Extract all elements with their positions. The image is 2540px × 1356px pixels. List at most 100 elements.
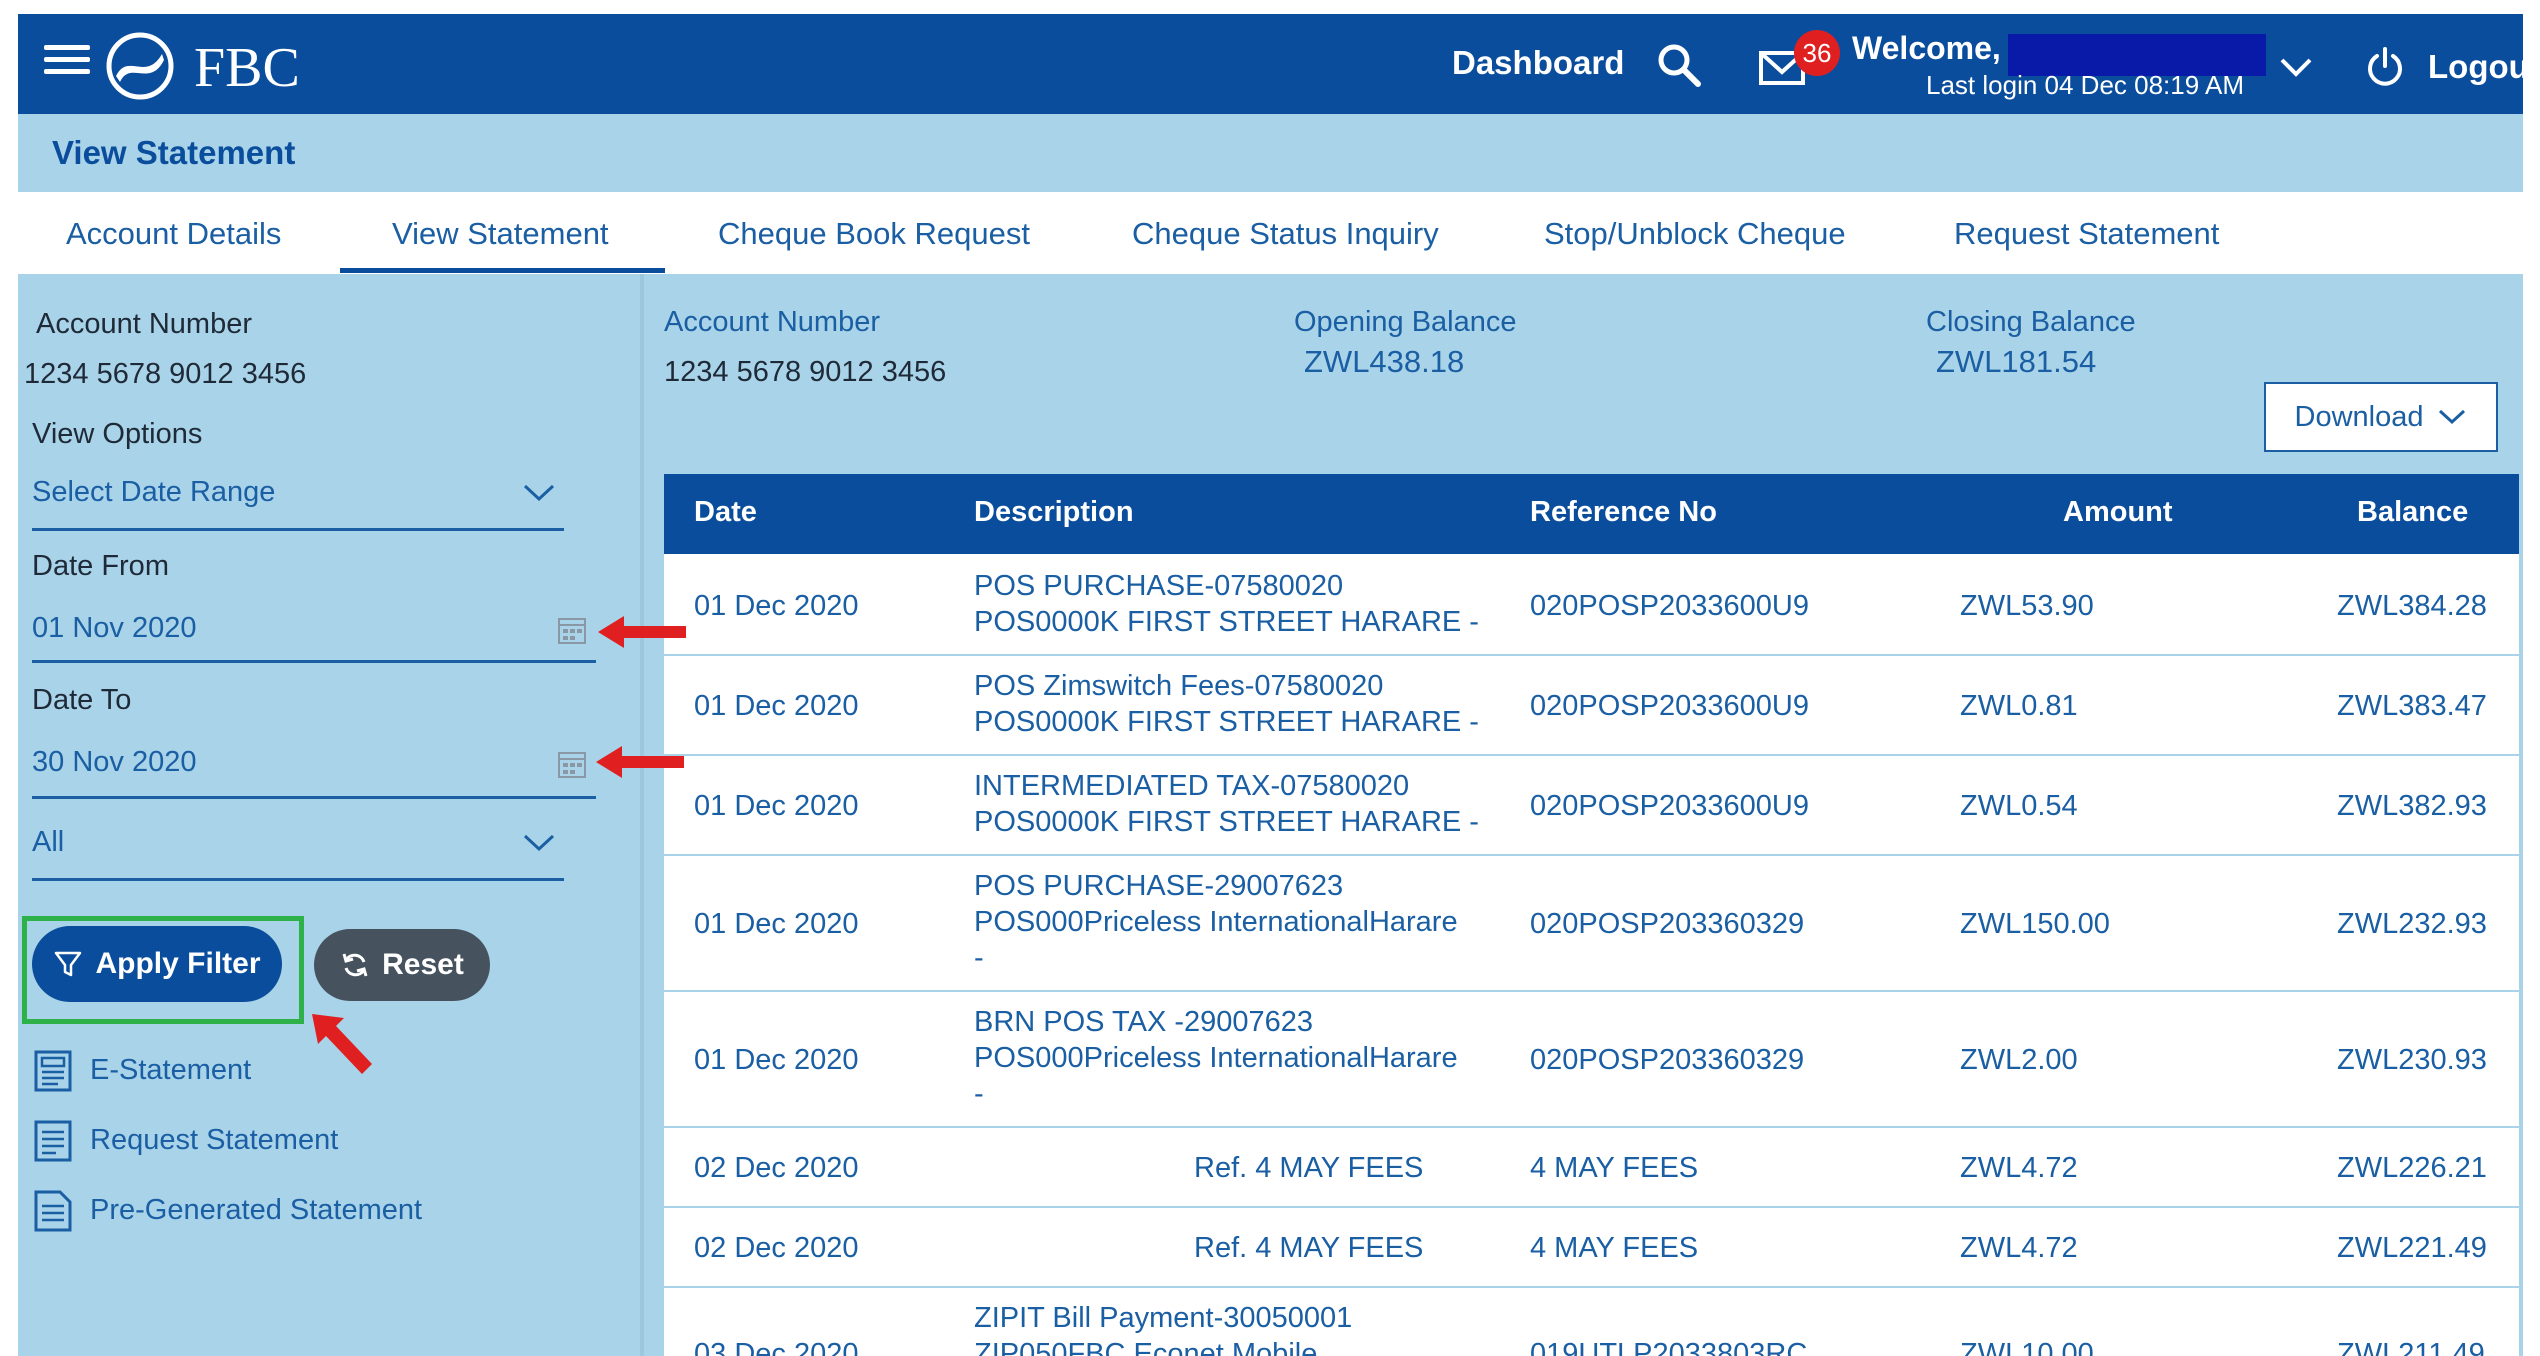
apply-filter-button[interactable]: Apply Filter [32, 926, 282, 1002]
table-row[interactable]: 03 Dec 2020 ZIPIT Bill Payment-30050001 … [664, 1288, 2519, 1356]
fbc-logo-icon[interactable] [104, 30, 176, 102]
row-amount: ZWL53.90 [1960, 590, 2094, 622]
annotation-arrow [596, 746, 684, 778]
date-to-input[interactable]: 30 Nov 2020 [32, 746, 196, 779]
row-reference: 019UTLP2033803RC [1530, 1338, 1808, 1356]
annotation-arrow [598, 616, 686, 648]
row-date: 02 Dec 2020 [694, 1232, 859, 1264]
row-description-line: - [974, 942, 984, 974]
calendar-icon[interactable] [556, 614, 588, 646]
date-to-label: Date To [32, 684, 132, 716]
power-icon [2368, 47, 2402, 86]
apply-filter-label: Apply Filter [95, 947, 261, 980]
opening-balance-value: ZWL438.18 [1304, 344, 1465, 379]
type-select-underline [32, 878, 564, 881]
row-description-line: POS000Priceless InternationalHarare [974, 1042, 1458, 1074]
table-row[interactable]: 01 Dec 2020 INTERMEDIATED TAX-07580020 P… [664, 756, 2519, 856]
view-options-label: View Options [32, 418, 203, 450]
date-from-label: Date From [32, 550, 169, 582]
column-header-reference[interactable]: Reference No [1530, 496, 1717, 529]
document-icon [34, 1190, 72, 1232]
column-header-description[interactable]: Description [974, 496, 1134, 529]
pre-generated-statement-link[interactable]: Pre-Generated Statement [90, 1194, 422, 1227]
row-date: 01 Dec 2020 [694, 590, 859, 622]
table-row[interactable]: 02 Dec 2020 Ref. 4 MAY FEES 4 MAY FEES Z… [664, 1208, 2519, 1288]
chevron-down-icon [2439, 409, 2466, 425]
refresh-icon [342, 953, 368, 977]
column-header-date[interactable]: Date [694, 496, 757, 529]
hamburger-icon[interactable] [44, 38, 90, 90]
date-to-underline [32, 796, 596, 799]
tab-cheque-book-request[interactable]: Cheque Book Request [718, 216, 1030, 252]
screen: { "header": { "brand": "FBC", "nav_dashb… [0, 0, 2540, 1356]
mail-count-badge[interactable]: 36 [1794, 30, 1840, 76]
row-reference: 020POSP203360329 [1530, 1044, 1805, 1076]
tab-request-statement[interactable]: Request Statement [1954, 216, 2219, 252]
row-amount: ZWL0.54 [1960, 790, 2078, 822]
logout-label: Logout [2428, 48, 2540, 85]
document-icon [34, 1120, 72, 1162]
dashboard-link[interactable]: Dashboard [1452, 44, 1624, 82]
table-row[interactable]: 01 Dec 2020 POS PURCHASE-29007623 POS000… [664, 856, 2519, 992]
row-amount: ZWL150.00 [1960, 908, 2110, 940]
sidebar-divider [640, 274, 644, 1356]
transaction-type-select[interactable]: All [32, 826, 64, 859]
reset-label: Reset [382, 948, 464, 981]
column-header-amount[interactable]: Amount [2063, 496, 2173, 529]
chevron-down-icon[interactable] [522, 482, 556, 504]
active-tab-indicator [340, 268, 665, 273]
row-description-line: POS0000K FIRST STREET HARARE - [974, 706, 1479, 738]
row-description: POS PURCHASE-07580020 POS0000K FIRST STR… [974, 568, 1479, 640]
transactions-table: Date Description Reference No Amount Bal… [664, 474, 2519, 1356]
tab-view-statement[interactable]: View Statement [392, 216, 609, 252]
logout-button[interactable]: Logout [2364, 42, 2540, 92]
search-icon[interactable] [1654, 40, 1704, 90]
row-amount: ZWL10.00 [1960, 1338, 2094, 1356]
table-row[interactable]: 01 Dec 2020 BRN POS TAX -29007623 POS000… [664, 992, 2519, 1128]
row-description: INTERMEDIATED TAX-07580020 POS0000K FIRS… [974, 768, 1479, 840]
row-description: POS Zimswitch Fees-07580020 POS0000K FIR… [974, 668, 1479, 740]
date-from-input[interactable]: 01 Nov 2020 [32, 612, 196, 645]
reset-button[interactable]: Reset [314, 929, 490, 1001]
summary-account-number: 1234 5678 9012 3456 [664, 356, 947, 388]
tab-cheque-status-inquiry[interactable]: Cheque Status Inquiry [1132, 216, 1439, 252]
date-from-underline [32, 660, 596, 663]
tab-stop-unblock-cheque[interactable]: Stop/Unblock Cheque [1544, 216, 1846, 252]
row-description-line: - [974, 1078, 984, 1110]
row-balance: ZWL230.93 [2337, 1044, 2487, 1076]
request-statement-link[interactable]: Request Statement [90, 1124, 338, 1157]
table-row[interactable]: 01 Dec 2020 POS PURCHASE-07580020 POS000… [664, 554, 2519, 656]
brand-name: FBC [194, 37, 300, 99]
row-date: 01 Dec 2020 [694, 790, 859, 822]
calendar-icon[interactable] [556, 748, 588, 780]
chevron-down-icon[interactable] [522, 832, 556, 854]
row-description-line: POS PURCHASE-07580020 [974, 570, 1344, 602]
last-login-text: Last login 04 Dec 08:19 AM [1926, 70, 2244, 100]
row-balance: ZWL382.93 [2337, 790, 2487, 822]
sidebar-account-number: 1234 5678 9012 3456 [24, 358, 307, 390]
page-title: View Statement [52, 134, 296, 171]
row-amount: ZWL2.00 [1960, 1044, 2078, 1076]
column-header-balance[interactable]: Balance [2357, 496, 2468, 529]
chevron-down-icon[interactable] [2276, 48, 2316, 88]
row-description-line: POS PURCHASE-29007623 [974, 870, 1344, 902]
row-balance: ZWL383.47 [2337, 690, 2487, 722]
e-statement-link[interactable]: E-Statement [90, 1054, 251, 1087]
download-label: Download [2294, 400, 2424, 433]
row-description-line: BRN POS TAX -29007623 [974, 1006, 1314, 1038]
row-amount: ZWL4.72 [1960, 1232, 2078, 1264]
date-range-select[interactable]: Select Date Range [32, 476, 275, 509]
table-row[interactable]: 01 Dec 2020 POS Zimswitch Fees-07580020 … [664, 656, 2519, 756]
date-range-underline [32, 528, 564, 531]
opening-balance-label: Opening Balance [1294, 306, 1517, 338]
tab-account-details[interactable]: Account Details [66, 216, 281, 252]
table-row[interactable]: 02 Dec 2020 Ref. 4 MAY FEES 4 MAY FEES Z… [664, 1128, 2519, 1208]
row-balance: ZWL226.21 [2337, 1152, 2487, 1184]
row-reference: 4 MAY FEES [1530, 1152, 1699, 1184]
table-header: Date Description Reference No Amount Bal… [664, 474, 2519, 554]
closing-balance-label: Closing Balance [1926, 306, 2136, 338]
top-header: FBC Dashboard 36 Welcome, Last login 04 … [18, 14, 2540, 114]
page-title-bar: View Statement [18, 114, 2523, 192]
row-balance: ZWL221.49 [2337, 1232, 2487, 1264]
download-button[interactable]: Download [2264, 382, 2498, 452]
